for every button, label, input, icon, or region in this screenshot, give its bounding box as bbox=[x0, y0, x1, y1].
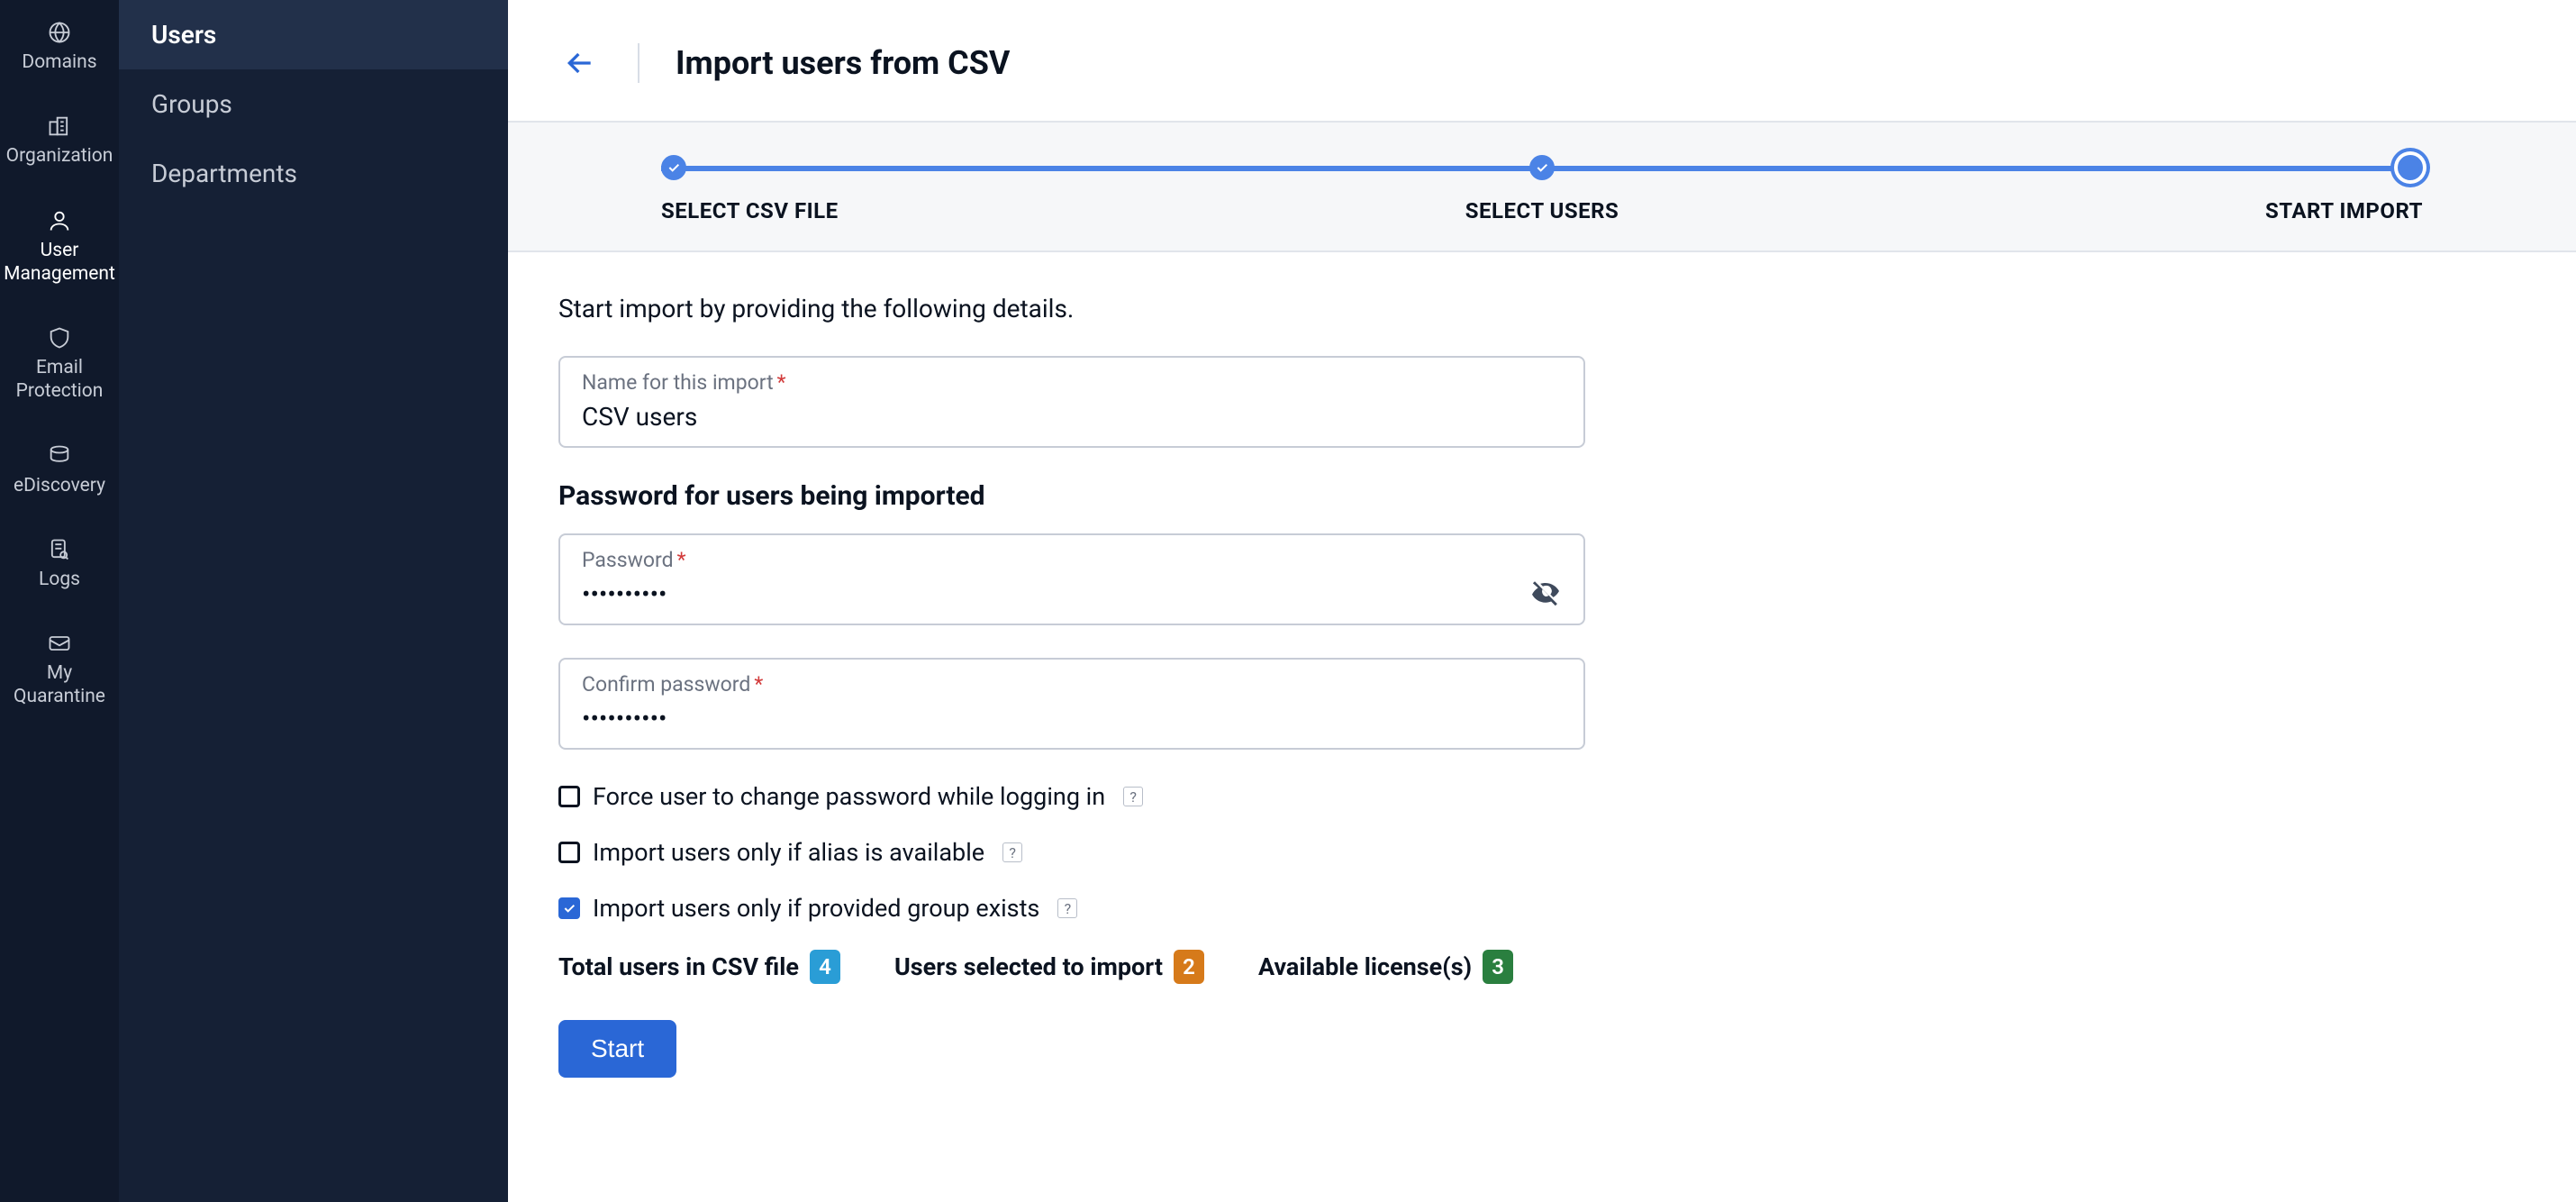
icon-rail: Domains Organization User Management Ema… bbox=[0, 0, 119, 1202]
step-dot-current-icon bbox=[2398, 155, 2423, 180]
eye-off-icon[interactable] bbox=[1529, 575, 1562, 607]
shield-icon bbox=[47, 325, 72, 351]
intro-text: Start import by providing the following … bbox=[558, 294, 2526, 323]
checkbox-alias-box[interactable] bbox=[558, 842, 580, 863]
rail-item-my-quarantine[interactable]: My Quarantine bbox=[0, 611, 119, 729]
rail-item-email-protection[interactable]: Email Protection bbox=[0, 305, 119, 423]
rail-item-label: Logs bbox=[39, 568, 80, 591]
stats-row: Total users in CSV file 4 Users selected… bbox=[558, 950, 2526, 984]
help-icon[interactable]: ? bbox=[1123, 787, 1143, 806]
stat-value-badge: 4 bbox=[810, 950, 840, 984]
field-label: Name for this import * bbox=[582, 370, 1562, 395]
rail-item-label: User Management bbox=[4, 239, 115, 287]
password-section-title: Password for users being imported bbox=[558, 480, 2526, 512]
stat-label: Available license(s) bbox=[1258, 952, 1472, 981]
checkbox-group-exists: Import users only if provided group exis… bbox=[558, 894, 2526, 923]
step-dot-complete-icon bbox=[1529, 155, 1555, 180]
page-title: Import users from CSV bbox=[676, 44, 1010, 82]
subnav-item-users[interactable]: Users bbox=[119, 0, 508, 69]
step-select-csv: SELECT CSV FILE bbox=[661, 155, 1248, 223]
stepper: SELECT CSV FILE SELECT USERS START IMPOR… bbox=[508, 123, 2576, 252]
subnav-item-groups[interactable]: Groups bbox=[119, 69, 508, 139]
checkbox-label: Force user to change password while logg… bbox=[593, 782, 1105, 811]
import-name-value[interactable]: CSV users bbox=[582, 395, 1562, 437]
required-marker: * bbox=[777, 370, 786, 395]
organization-icon bbox=[47, 114, 72, 139]
user-icon bbox=[47, 208, 72, 233]
step-label: SELECT CSV FILE bbox=[661, 198, 839, 223]
checkbox-force-change: Force user to change password while logg… bbox=[558, 782, 2526, 811]
logs-icon bbox=[47, 537, 72, 562]
rail-item-logs[interactable]: Logs bbox=[0, 517, 119, 611]
step-dot-complete-icon bbox=[661, 155, 686, 180]
step-label: SELECT USERS bbox=[1465, 198, 1619, 223]
rail-item-domains[interactable]: Domains bbox=[0, 0, 119, 94]
rail-item-label: eDiscovery bbox=[14, 474, 105, 497]
start-button[interactable]: Start bbox=[558, 1020, 676, 1078]
sub-sidebar: Users Groups Departments bbox=[119, 0, 508, 1202]
stat-label: Users selected to import bbox=[894, 952, 1163, 981]
back-button[interactable] bbox=[558, 41, 602, 85]
rail-item-user-management[interactable]: User Management bbox=[0, 188, 119, 306]
stat-value-badge: 2 bbox=[1174, 950, 1204, 984]
field-label-text: Password bbox=[582, 548, 674, 572]
rail-item-label: Domains bbox=[22, 50, 96, 74]
required-marker: * bbox=[754, 672, 763, 697]
rail-item-ediscovery[interactable]: eDiscovery bbox=[0, 423, 119, 517]
field-label-text: Name for this import bbox=[582, 370, 774, 395]
password-value[interactable]: •••••••••• bbox=[582, 572, 1562, 615]
quarantine-icon bbox=[47, 631, 72, 656]
stat-value-badge: 3 bbox=[1483, 950, 1513, 984]
required-marker: * bbox=[677, 548, 686, 572]
archive-icon bbox=[47, 443, 72, 469]
checkbox-group-box[interactable] bbox=[558, 897, 580, 919]
stat-selected-users: Users selected to import 2 bbox=[894, 950, 1204, 984]
rail-item-label: Organization bbox=[6, 144, 113, 168]
password-field[interactable]: Password * •••••••••• bbox=[558, 533, 1585, 625]
confirm-password-field[interactable]: Confirm password * •••••••••• bbox=[558, 658, 1585, 750]
stat-available-licenses: Available license(s) 3 bbox=[1258, 950, 1513, 984]
step-label: START IMPORT bbox=[2265, 198, 2423, 223]
confirm-password-value[interactable]: •••••••••• bbox=[582, 697, 1562, 739]
stat-label: Total users in CSV file bbox=[558, 952, 799, 981]
header-divider bbox=[638, 43, 639, 83]
help-icon[interactable]: ? bbox=[1057, 898, 1077, 918]
checkbox-label: Import users only if alias is available bbox=[593, 838, 984, 867]
field-label: Password * bbox=[582, 548, 1562, 572]
page-header: Import users from CSV bbox=[508, 0, 2576, 123]
checkbox-label: Import users only if provided group exis… bbox=[593, 894, 1039, 923]
step-start-import: START IMPORT bbox=[1836, 155, 2423, 223]
subnav-item-departments[interactable]: Departments bbox=[119, 139, 508, 208]
stat-total-users: Total users in CSV file 4 bbox=[558, 950, 840, 984]
checkbox-force-change-box[interactable] bbox=[558, 786, 580, 807]
form-area: Start import by providing the following … bbox=[508, 252, 2576, 1119]
rail-item-label: My Quarantine bbox=[4, 661, 115, 709]
step-select-users: SELECT USERS bbox=[1248, 155, 1836, 223]
main-content: Import users from CSV SELECT CSV FILE SE… bbox=[508, 0, 2576, 1202]
rail-item-label: Email Protection bbox=[4, 356, 115, 404]
import-name-field[interactable]: Name for this import * CSV users bbox=[558, 356, 1585, 448]
rail-item-organization[interactable]: Organization bbox=[0, 94, 119, 187]
globe-icon bbox=[47, 20, 72, 45]
checkbox-alias-available: Import users only if alias is available … bbox=[558, 838, 2526, 867]
field-label-text: Confirm password bbox=[582, 672, 750, 697]
field-label: Confirm password * bbox=[582, 672, 1562, 697]
help-icon[interactable]: ? bbox=[1002, 842, 1022, 862]
